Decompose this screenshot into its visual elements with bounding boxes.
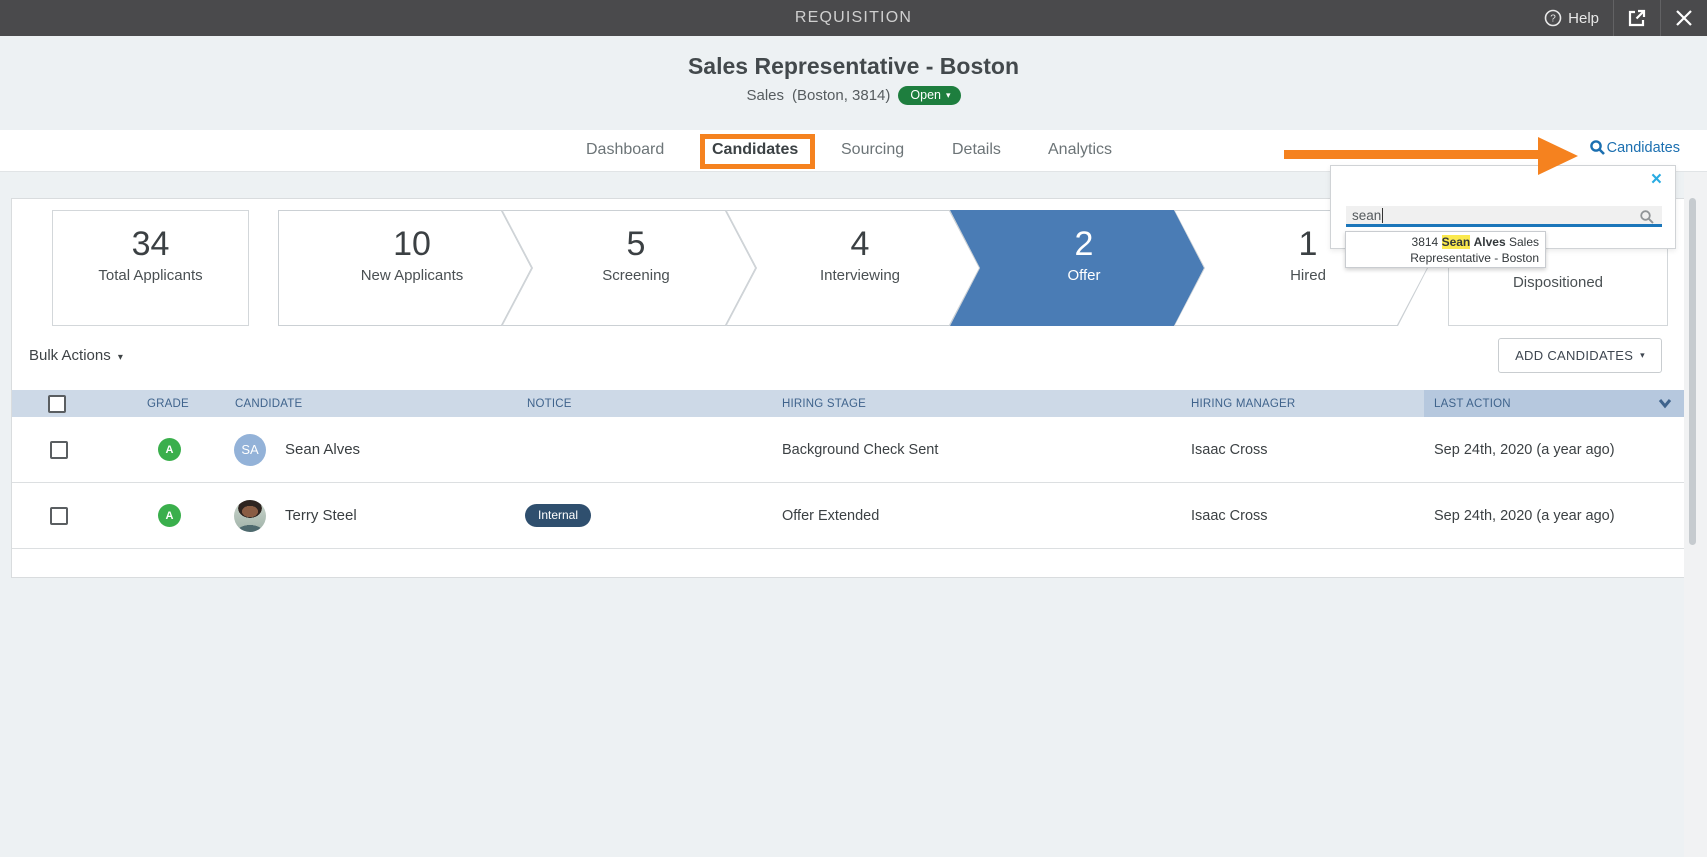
stage-count: 34 xyxy=(131,225,170,264)
candidate-name[interactable]: Sean Alves xyxy=(285,441,360,458)
external-link-icon xyxy=(1628,9,1646,27)
add-candidates-label: ADD CANDIDATES xyxy=(1515,348,1634,363)
column-header-grade[interactable]: GRADE xyxy=(82,390,207,417)
candidate-row[interactable]: A Terry Steel Internal Offer Extended Is… xyxy=(12,483,1684,549)
candidate-search-input[interactable]: sean xyxy=(1346,206,1662,227)
internal-badge: Internal xyxy=(525,504,592,527)
search-suggestion-item[interactable]: 3814 Sean Alves Sales Representative - B… xyxy=(1345,231,1546,268)
hiring-stage-cell: Offer Extended xyxy=(782,507,880,524)
funnel-stage-interviewing[interactable]: 4 Interviewing xyxy=(726,210,980,326)
tutorial-arrow xyxy=(1284,150,1540,159)
caret-down-icon: ▾ xyxy=(117,352,123,363)
add-candidates-button[interactable]: ADD CANDIDATES ▾ xyxy=(1498,338,1662,373)
column-header-last-action-label: LAST ACTION xyxy=(1434,397,1511,410)
tab-candidates[interactable]: Candidates xyxy=(712,141,798,159)
job-header: Sales Representative - Boston Sales (Bos… xyxy=(0,36,1707,130)
stage-label: New Applicants xyxy=(360,266,464,284)
hiring-manager-cell: Isaac Cross xyxy=(1191,507,1268,524)
sort-descending-icon xyxy=(1658,399,1672,409)
candidate-avatar-initials[interactable]: SA xyxy=(234,433,266,466)
hiring-stage-cell: Background Check Sent xyxy=(782,441,939,458)
stage-count: 1 xyxy=(1298,225,1318,264)
funnel-stage-total-applicants[interactable]: 34 Total Applicants xyxy=(52,210,249,326)
stage-label: Offer xyxy=(1067,266,1101,284)
column-header-notice[interactable]: NOTICE xyxy=(525,390,778,417)
funnel-stage-offer[interactable]: 2 Offer xyxy=(950,210,1204,326)
tab-dashboard[interactable]: Dashboard xyxy=(586,141,664,159)
funnel-stage-screening[interactable]: 5 Screening xyxy=(502,210,756,326)
candidate-search-link[interactable]: Candidates xyxy=(1589,139,1680,156)
page-title: Sales Representative - Boston xyxy=(687,53,1020,79)
close-icon xyxy=(1676,10,1692,26)
tutorial-arrow-head xyxy=(1538,137,1578,175)
column-header-hiring-stage[interactable]: HIRING STAGE xyxy=(778,390,1188,417)
tab-details[interactable]: Details xyxy=(952,141,1001,159)
bulk-actions-dropdown[interactable]: Bulk Actions ▾ xyxy=(29,347,123,364)
suggestion-match-highlight: Sean xyxy=(1441,235,1471,249)
window-title: REQUISITION xyxy=(794,9,913,26)
caret-down-icon: ▾ xyxy=(946,89,951,100)
column-header-last-action[interactable]: LAST ACTION xyxy=(1424,390,1686,417)
candidate-avatar-photo[interactable] xyxy=(234,499,266,532)
row-checkbox[interactable] xyxy=(50,440,68,459)
job-department: Sales xyxy=(746,87,784,104)
grade-badge: A xyxy=(158,504,181,527)
tab-analytics[interactable]: Analytics xyxy=(1048,141,1112,159)
last-action-cell: Sep 24th, 2020 (a year ago) xyxy=(1434,507,1615,524)
stage-label: Screening xyxy=(602,266,670,284)
column-header-hiring-manager[interactable]: HIRING MANAGER xyxy=(1188,390,1424,417)
stage-count: 4 xyxy=(850,225,870,264)
select-all-checkbox[interactable] xyxy=(48,394,66,413)
stage-label: Dispositioned xyxy=(1512,274,1604,291)
stage-count: 2 xyxy=(1074,225,1094,264)
candidate-search-link-label: Candidates xyxy=(1606,139,1680,156)
last-action-cell: Sep 24th, 2020 (a year ago) xyxy=(1434,441,1615,458)
help-icon: ? xyxy=(1544,9,1562,27)
job-location-req: (Boston, 3814) xyxy=(792,87,891,104)
status-label: Open xyxy=(910,88,941,102)
bulk-actions-label: Bulk Actions xyxy=(29,347,111,364)
open-in-new-window-button[interactable] xyxy=(1614,0,1660,36)
funnel-stage-new-applicants[interactable]: 10 New Applicants xyxy=(278,210,532,326)
suggestion-req-id: 3814 xyxy=(1411,235,1439,249)
scrollbar-thumb[interactable] xyxy=(1689,198,1696,545)
candidates-table: GRADE CANDIDATE NOTICE HIRING STAGE HIRI… xyxy=(12,390,1686,549)
grade-badge: A xyxy=(158,438,181,461)
row-checkbox[interactable] xyxy=(50,506,68,525)
column-header-candidate[interactable]: CANDIDATE xyxy=(207,390,525,417)
tab-sourcing[interactable]: Sourcing xyxy=(841,141,904,159)
suggestion-name: Alves xyxy=(1473,235,1506,249)
popup-close-button[interactable]: × xyxy=(1651,170,1662,189)
caret-down-icon: ▾ xyxy=(1640,350,1645,360)
top-bar: REQUISITION ? Help xyxy=(0,0,1707,36)
search-query-text: sean xyxy=(1352,207,1382,223)
table-header-row: GRADE CANDIDATE NOTICE HIRING STAGE HIRI… xyxy=(12,390,1686,417)
search-icon xyxy=(1589,140,1605,155)
stage-count: 5 xyxy=(626,225,646,264)
close-window-button[interactable] xyxy=(1661,0,1707,36)
stage-count: 10 xyxy=(393,225,431,264)
notice-cell: Internal xyxy=(525,504,778,527)
help-button[interactable]: ? Help xyxy=(1530,0,1613,36)
stage-label: Interviewing xyxy=(819,266,901,284)
funnel-chevrons: 10 New Applicants 5 Screening 4 Intervie… xyxy=(278,210,1428,326)
help-label: Help xyxy=(1568,9,1599,27)
scrollbar-track xyxy=(1684,172,1707,857)
svg-text:?: ? xyxy=(1550,14,1556,25)
stage-label: Hired xyxy=(1290,266,1326,284)
status-badge[interactable]: Open ▾ xyxy=(898,86,961,105)
top-bar-actions: ? Help xyxy=(1530,0,1707,36)
text-cursor xyxy=(1382,207,1384,223)
job-subtitle: Sales (Boston, 3814) Open ▾ xyxy=(0,86,1707,105)
candidate-name[interactable]: Terry Steel xyxy=(285,507,357,524)
candidate-row[interactable]: A SA Sean Alves Background Check Sent Is… xyxy=(12,417,1684,483)
requisition-window: REQUISITION ? Help Sales Representative … xyxy=(0,0,1707,857)
hiring-manager-cell: Isaac Cross xyxy=(1191,441,1268,458)
stage-label: Total Applicants xyxy=(98,266,203,284)
search-icon xyxy=(1640,210,1654,224)
